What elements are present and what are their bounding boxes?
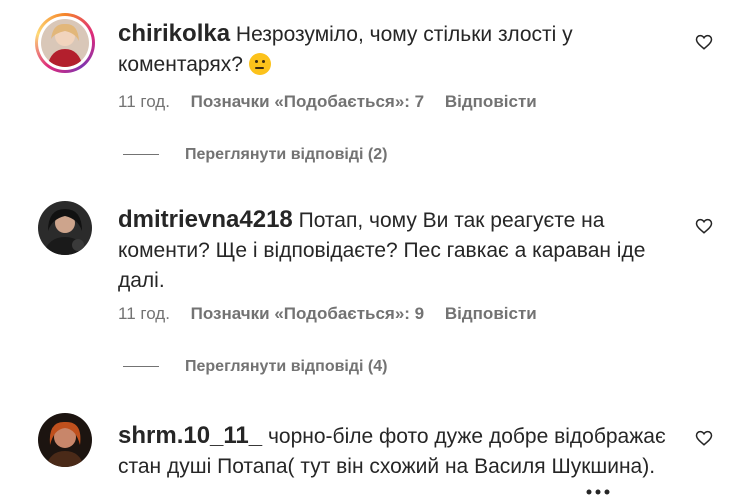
view-replies-button[interactable]: Переглянути відповіді (2) bbox=[123, 146, 387, 164]
comment-username[interactable]: dmitrievna4218 bbox=[118, 206, 293, 233]
more-options-icon[interactable] bbox=[585, 488, 611, 496]
comment-timestamp: 11 год. bbox=[118, 92, 170, 111]
avatar[interactable] bbox=[38, 413, 92, 467]
thinking-face-emoji-icon bbox=[248, 53, 271, 75]
replies-divider bbox=[123, 366, 159, 368]
view-replies-button[interactable]: Переглянути відповіді (4) bbox=[123, 358, 387, 376]
comment-timestamp: 11 год. bbox=[118, 304, 170, 323]
heart-icon[interactable] bbox=[695, 33, 713, 51]
comment-likes-count[interactable]: Позначки «Подобається»: 7 bbox=[191, 92, 424, 111]
view-replies-label: Переглянути відповіді (2) bbox=[185, 146, 388, 163]
comment-username[interactable]: chirikolka bbox=[118, 20, 230, 47]
view-replies-label: Переглянути відповіді (4) bbox=[185, 358, 388, 375]
heart-icon[interactable] bbox=[695, 429, 713, 447]
comment-username[interactable]: shrm.10_11_ bbox=[118, 422, 262, 449]
avatar[interactable] bbox=[38, 201, 92, 255]
avatar-story-ring[interactable] bbox=[35, 13, 95, 73]
replies-divider bbox=[123, 154, 159, 156]
heart-icon[interactable] bbox=[695, 217, 713, 235]
avatar bbox=[41, 19, 89, 67]
reply-button[interactable]: Відповісти bbox=[445, 304, 537, 323]
reply-button[interactable]: Відповісти bbox=[445, 92, 537, 111]
comment-likes-count[interactable]: Позначки «Подобається»: 9 bbox=[191, 304, 424, 323]
